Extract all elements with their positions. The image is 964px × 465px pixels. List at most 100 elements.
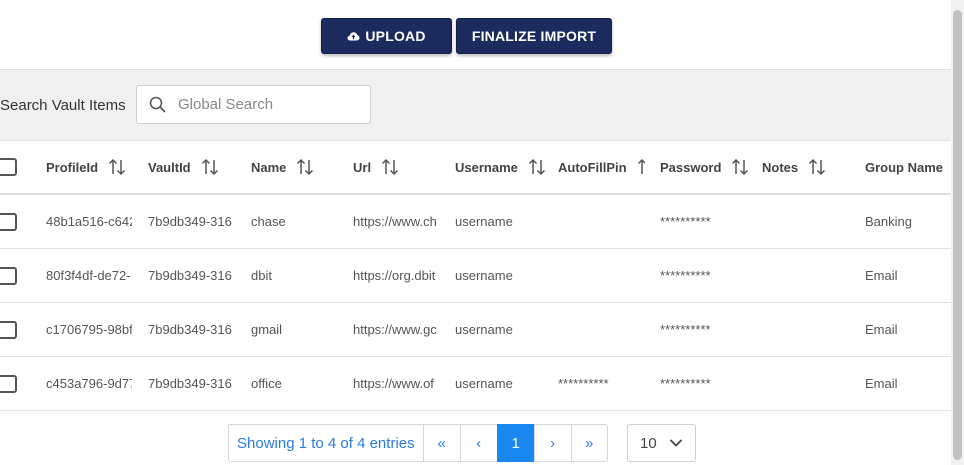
username-cell: username	[455, 268, 513, 283]
row-checkbox[interactable]	[0, 266, 17, 285]
rows-per-page-select[interactable]: 10	[627, 424, 696, 462]
rows-per-page-value: 10	[640, 434, 657, 452]
group-name-cell: Email	[865, 322, 898, 337]
sort-icon[interactable]	[296, 158, 314, 176]
vault-items-table: ProfileId VaultId Name Url Username Auto…	[0, 141, 951, 411]
password-cell: **********	[660, 268, 711, 283]
column-header-profileid[interactable]: ProfileId	[46, 141, 142, 193]
notes-cell	[762, 303, 850, 356]
column-label: Password	[660, 159, 722, 175]
vaultid-cell: 7b9db349-3169	[148, 322, 232, 337]
next-page-button[interactable]: ›	[533, 424, 571, 462]
search-label: Search Vault Items	[0, 97, 126, 114]
row-checkbox[interactable]	[0, 212, 17, 231]
notes-cell	[762, 357, 850, 410]
pagination: Showing 1 to 4 of 4 entries « ‹ 1 › »	[228, 424, 608, 462]
global-search-input[interactable]	[176, 95, 360, 114]
column-header-group-name[interactable]: Group Name	[865, 141, 951, 193]
autofillpin-cell: **********	[558, 376, 609, 391]
sort-icon[interactable]	[108, 158, 126, 176]
vertical-scrollbar[interactable]	[951, 0, 964, 465]
row-select-cell	[0, 357, 40, 410]
profileid-cell: 48b1a516-c642	[46, 214, 132, 229]
sort-icon[interactable]	[731, 158, 749, 176]
autofillpin-cell	[558, 249, 646, 302]
table-row[interactable]: 48b1a516-c642 7b9db349-3169 chase https:…	[0, 195, 951, 249]
profileid-cell: 80f3f4df-de72-	[46, 268, 131, 283]
search-box[interactable]	[136, 85, 371, 124]
row-checkbox[interactable]	[0, 374, 17, 393]
chevron-down-icon	[669, 438, 683, 448]
group-name-cell: Email	[865, 376, 898, 391]
table-row[interactable]: c453a796-9d77 7b9db349-3169 office https…	[0, 357, 951, 411]
column-header-password[interactable]: Password	[660, 141, 756, 193]
username-cell: username	[455, 322, 513, 337]
column-header-name[interactable]: Name	[251, 141, 347, 193]
vaultid-cell: 7b9db349-3169	[148, 376, 232, 391]
url-cell: https://org.dbit	[353, 268, 436, 283]
profileid-cell: c1706795-98bf	[46, 322, 132, 337]
username-cell: username	[455, 376, 513, 391]
select-all-checkbox[interactable]	[0, 158, 17, 176]
column-header-username[interactable]: Username	[455, 141, 552, 193]
toolbar: UPLOAD FINALIZE IMPORT	[321, 18, 612, 54]
notes-cell	[762, 195, 850, 248]
name-cell: gmail	[251, 322, 283, 337]
column-label: Username	[455, 159, 518, 175]
password-cell: **********	[660, 214, 711, 229]
column-label: AutoFillPin	[558, 159, 627, 175]
name-cell: office	[251, 376, 282, 391]
last-page-button[interactable]: »	[570, 424, 608, 462]
column-header-autofillpin[interactable]: AutoFillPin	[558, 141, 645, 193]
column-label: Name	[251, 159, 287, 175]
pagination-info: Showing 1 to 4 of 4 entries	[228, 424, 423, 462]
name-cell: dbit	[251, 268, 272, 283]
autofillpin-cell	[558, 195, 646, 248]
cloud-upload-icon	[347, 31, 360, 42]
url-cell: https://www.ch	[353, 214, 437, 229]
sort-icon[interactable]	[201, 158, 219, 176]
sort-icon[interactable]	[637, 158, 645, 176]
column-label: Group Name	[865, 159, 944, 175]
column-header-url[interactable]: Url	[353, 141, 449, 193]
autofillpin-cell	[558, 303, 646, 356]
page-1-button[interactable]: 1	[496, 424, 534, 462]
sort-icon[interactable]	[381, 158, 399, 176]
table-row[interactable]: 80f3f4df-de72- 7b9db349-3169 dbit https:…	[0, 249, 951, 303]
password-cell: **********	[660, 376, 711, 391]
select-all-cell	[0, 141, 40, 193]
group-name-cell: Banking	[865, 214, 912, 229]
sort-icon[interactable]	[808, 158, 826, 176]
upload-label: UPLOAD	[365, 28, 426, 44]
username-cell: username	[455, 214, 513, 229]
vaultid-cell: 7b9db349-3169	[148, 214, 232, 229]
upload-button[interactable]: UPLOAD	[321, 18, 452, 54]
row-select-cell	[0, 249, 40, 302]
table-row[interactable]: c1706795-98bf 7b9db349-3169 gmail https:…	[0, 303, 951, 357]
url-cell: https://www.gc	[353, 322, 437, 337]
row-checkbox[interactable]	[0, 320, 17, 339]
scrollbar-thumb[interactable]	[953, 10, 962, 460]
column-label: Url	[353, 159, 372, 175]
row-select-cell	[0, 303, 40, 356]
password-cell: **********	[660, 322, 711, 337]
group-name-cell: Email	[865, 268, 898, 283]
vaultid-cell: 7b9db349-3169	[148, 268, 232, 283]
column-label: VaultId	[148, 159, 191, 175]
finalize-import-button[interactable]: FINALIZE IMPORT	[456, 18, 612, 54]
sort-icon[interactable]	[528, 158, 546, 176]
column-label: ProfileId	[46, 159, 99, 175]
first-page-button[interactable]: «	[422, 424, 460, 462]
column-header-vaultid[interactable]: VaultId	[148, 141, 244, 193]
column-label: Notes	[762, 159, 799, 175]
name-cell: chase	[251, 214, 286, 229]
search-bar: Search Vault Items	[0, 69, 951, 141]
column-header-notes[interactable]: Notes	[762, 141, 858, 193]
notes-cell	[762, 249, 850, 302]
profileid-cell: c453a796-9d77	[46, 376, 132, 391]
url-cell: https://www.of	[353, 376, 434, 391]
row-select-cell	[0, 195, 40, 248]
search-icon	[149, 96, 166, 113]
table-header: ProfileId VaultId Name Url Username Auto…	[0, 141, 951, 195]
previous-page-button[interactable]: ‹	[459, 424, 497, 462]
